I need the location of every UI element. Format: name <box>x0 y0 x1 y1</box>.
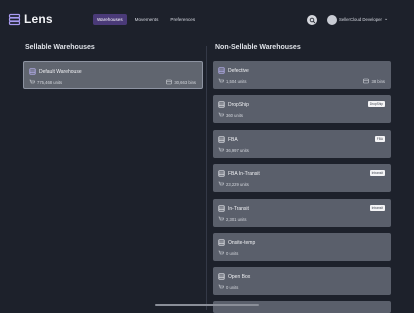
bins-row: 30,663 bins <box>166 79 196 85</box>
warehouse-icon <box>218 136 225 143</box>
units-row: 36,997 units <box>218 147 249 153</box>
type-badge: Intransit <box>369 205 385 211</box>
nav-movements[interactable]: Movements <box>131 14 163 25</box>
card-title-row: FBA In-Transit <box>218 170 260 177</box>
warehouse-icon <box>218 239 225 246</box>
units-row: 2,301 units <box>218 216 247 222</box>
app-logo[interactable]: Lens <box>8 12 53 26</box>
nav-preferences[interactable]: Preferences <box>166 14 199 25</box>
warehouse-name: FBA <box>228 136 238 143</box>
warehouse-icon <box>218 205 225 212</box>
units-row: 23,229 units <box>218 181 249 187</box>
bins-row: 38 bins <box>363 78 385 84</box>
bins-count: 30,663 bins <box>174 79 196 85</box>
card-title-row: DropShip <box>218 101 249 108</box>
warehouse-icon <box>218 67 225 74</box>
type-badge: FBA <box>374 136 385 142</box>
warehouse-name: Default Warehouse <box>39 68 82 75</box>
units-count: 360 units <box>226 112 243 118</box>
card-title-row: Open Box <box>218 273 250 280</box>
bin-icon <box>363 78 370 84</box>
warehouse-card-fba[interactable]: FBA FBA 36,997 units <box>213 130 391 158</box>
card-title-row: Defective <box>218 67 249 74</box>
warehouse-card-open-box[interactable]: Open Box 0 units <box>213 267 391 295</box>
chevron-down-icon[interactable]: ⌄ <box>384 16 388 22</box>
cart-icon <box>218 181 224 187</box>
warehouse-card-onsite-temp[interactable]: Onsite-temp 0 units <box>213 233 391 261</box>
warehouse-icon <box>218 273 225 280</box>
cart-icon <box>218 250 224 256</box>
units-count: 36,997 units <box>226 147 249 153</box>
warehouse-name: DropShip <box>228 101 249 108</box>
warehouse-card-in-transit[interactable]: In-Transit Intransit 2,301 units <box>213 199 391 227</box>
section-divider <box>206 46 207 310</box>
cart-icon <box>29 79 35 85</box>
search-button[interactable] <box>307 15 317 25</box>
user-name[interactable]: SellerCloud Developer <box>339 17 382 22</box>
warehouse-name: FBA In-Transit <box>228 170 260 177</box>
card-title-row: Default Warehouse <box>29 68 82 75</box>
card-title-row: FBA <box>218 136 238 143</box>
cart-icon <box>218 216 224 222</box>
nonsellable-section-title: Non-Sellable Warehouses <box>215 44 301 51</box>
units-row: 360 units <box>218 112 243 118</box>
home-indicator <box>155 304 259 306</box>
warehouse-card-fba-in-transit[interactable]: FBA In-Transit Intransit 23,229 units <box>213 164 391 192</box>
warehouse-icon <box>218 101 225 108</box>
units-row: 0 units <box>218 284 238 290</box>
type-badge: DropShip <box>367 101 385 107</box>
warehouse-name: Open Box <box>228 273 251 280</box>
nav-warehouses[interactable]: Warehouses <box>93 14 127 25</box>
bins-count: 38 bins <box>371 78 385 84</box>
sellable-section-title: Sellable Warehouses <box>25 44 95 51</box>
units-count: 0 units <box>226 250 239 256</box>
main-nav: Warehouses Movements Preferences <box>93 14 199 25</box>
warehouse-name: In-Transit <box>228 205 249 212</box>
units-count: 0 units <box>226 284 239 290</box>
cart-icon <box>218 78 224 84</box>
units-row: 0 units <box>218 250 238 256</box>
warehouse-icon <box>218 170 225 177</box>
units-count: 775,468 units <box>37 79 63 85</box>
avatar[interactable] <box>327 15 337 25</box>
warehouse-name: Onsite-temp <box>228 239 256 246</box>
card-title-row: In-Transit <box>218 205 249 212</box>
stack-icon <box>8 13 21 26</box>
cart-icon <box>218 112 224 118</box>
app-name: Lens <box>24 12 53 26</box>
units-count: 23,229 units <box>226 181 249 187</box>
warehouse-card-default[interactable]: Default Warehouse 775,468 units 30,663 b… <box>23 61 203 89</box>
cart-icon <box>218 147 224 153</box>
top-bar: Lens Warehouses Movements Preferences Se… <box>0 0 414 40</box>
warehouse-card-dropship[interactable]: DropShip DropShip 360 units <box>213 95 391 123</box>
warehouse-card-defective[interactable]: Defective 1,504 units 38 bins <box>213 61 391 89</box>
warehouse-name: Defective <box>228 67 249 74</box>
units-row: 775,468 units <box>29 79 62 85</box>
units-count: 2,301 units <box>226 216 247 222</box>
search-icon <box>309 17 316 24</box>
warehouse-icon <box>29 68 36 75</box>
units-count: 1,504 units <box>226 78 247 84</box>
units-row: 1,504 units <box>218 78 247 84</box>
type-badge: Intransit <box>369 170 385 176</box>
bin-icon <box>166 79 173 85</box>
warehouse-card-partial[interactable] <box>213 301 391 313</box>
card-title-row: Onsite-temp <box>218 239 255 246</box>
cart-icon <box>218 284 224 290</box>
